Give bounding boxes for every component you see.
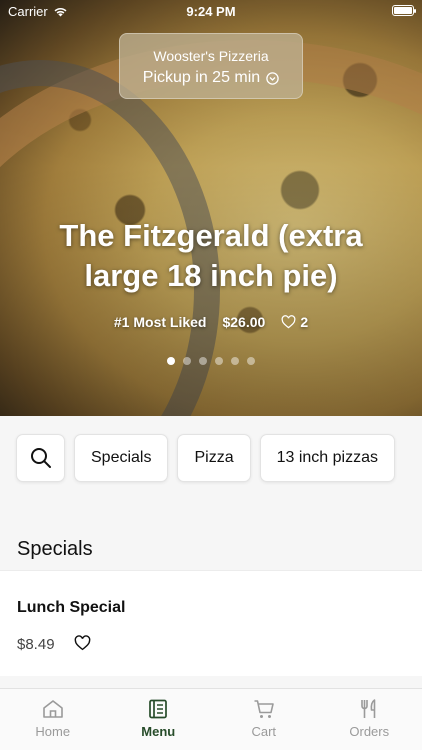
- fork-knife-icon: [361, 699, 376, 718]
- carousel-dots[interactable]: [0, 357, 422, 365]
- category-chip-specials[interactable]: Specials: [74, 434, 169, 482]
- featured-title: The Fitzgerald (extra large 18 inch pie): [59, 218, 363, 293]
- status-bar: Carrier 9:24 PM: [0, 0, 422, 22]
- tab-home[interactable]: Home: [0, 689, 106, 750]
- featured-likes[interactable]: 2: [281, 314, 308, 330]
- item-name: Lunch Special: [17, 599, 126, 616]
- carousel-dot[interactable]: [215, 357, 223, 365]
- menu-item-card[interactable]: Lunch Special $8.49: [0, 570, 422, 676]
- carousel-dot[interactable]: [231, 357, 239, 365]
- status-time: 9:24 PM: [186, 4, 236, 19]
- tab-menu[interactable]: Menu: [106, 689, 212, 750]
- tab-orders[interactable]: Orders: [317, 689, 422, 750]
- featured-hero[interactable]: Carrier 9:24 PM Wooster's Pizzeria Picku…: [0, 0, 422, 416]
- category-chip-13-inch-pizzas[interactable]: 13 inch pizzas: [259, 434, 395, 482]
- chevron-down-circle-icon: [266, 71, 279, 85]
- section-title: Specials: [17, 538, 93, 560]
- tab-label-orders: Orders: [349, 724, 390, 739]
- tab-cart[interactable]: Cart: [211, 689, 317, 750]
- cart-icon: [254, 700, 274, 718]
- featured-price: $26.00: [222, 314, 266, 330]
- category-chip-pizza[interactable]: Pizza: [177, 434, 251, 482]
- featured-meta: #1 Most Liked $26.00 2: [0, 314, 422, 330]
- search-icon: [30, 448, 51, 468]
- featured-badge: #1 Most Liked: [113, 314, 207, 330]
- tab-label-menu: Menu: [141, 724, 176, 739]
- search-button[interactable]: [16, 434, 65, 482]
- likes-count: 2: [300, 314, 309, 330]
- item-price: $8.49: [17, 636, 55, 653]
- heart-icon[interactable]: [74, 635, 91, 651]
- category-chips: Specials Pizza 13 inch pizzas: [16, 434, 395, 482]
- heart-icon: [281, 315, 296, 329]
- home-icon: [42, 700, 63, 718]
- tab-label-cart: Cart: [251, 724, 277, 739]
- store-selector[interactable]: Wooster's Pizzeria Pickup in 25 min: [119, 33, 303, 99]
- carousel-dot[interactable]: [247, 357, 255, 365]
- tab-label-home: Home: [35, 724, 71, 739]
- pickup-time: Pickup in 25 min: [142, 69, 261, 86]
- menu-icon: [149, 699, 168, 719]
- battery-icon: [392, 5, 416, 16]
- carousel-dot[interactable]: [167, 357, 175, 365]
- carousel-dot[interactable]: [199, 357, 207, 365]
- carousel-dot[interactable]: [183, 357, 191, 365]
- tab-bar: Home Menu Cart Orders: [0, 688, 422, 750]
- store-name: Wooster's Pizzeria: [153, 48, 269, 64]
